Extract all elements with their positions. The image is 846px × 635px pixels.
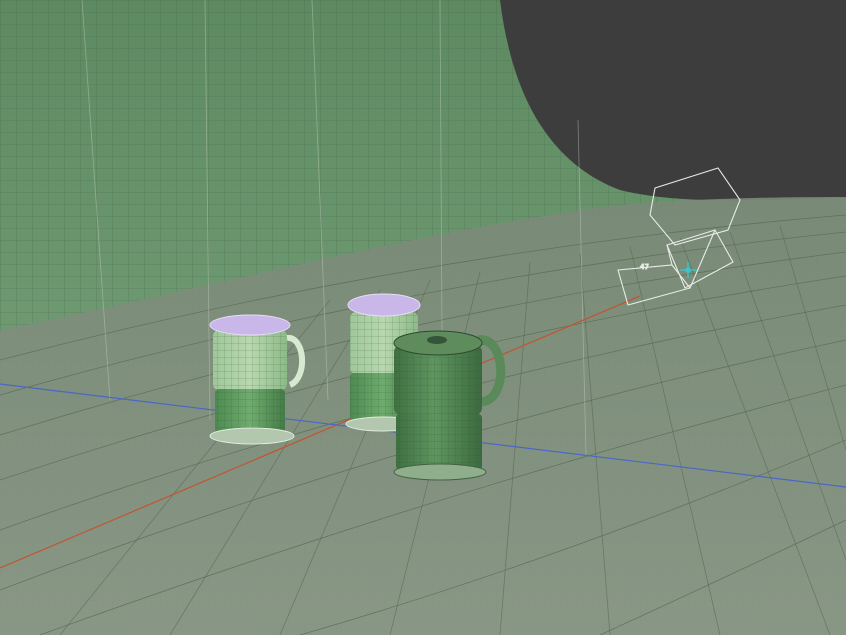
3d-viewport[interactable]: 47 — [0, 0, 846, 635]
camera-label: 47 — [640, 263, 649, 271]
